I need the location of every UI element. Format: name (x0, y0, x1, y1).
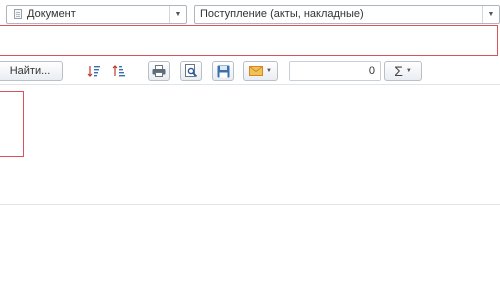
sum-button[interactable]: Σ ▼ (384, 61, 422, 81)
sort-ascending-button[interactable] (107, 61, 131, 81)
sort-descending-icon (87, 64, 101, 78)
kind-combo-value: Поступление (акты, накладные) (200, 8, 364, 20)
toolbar-divider (0, 84, 500, 85)
kind-combo[interactable]: Поступление (акты, накладные) ▼ (194, 5, 500, 24)
chevron-down-icon[interactable]: ▼ (266, 68, 272, 74)
floppy-disk-icon (217, 65, 230, 78)
filter-row-highlight (0, 25, 498, 56)
find-button[interactable]: Найти... (0, 61, 63, 81)
document-icon (14, 9, 22, 19)
sort-descending-button[interactable] (82, 61, 106, 81)
table-bottom-divider (0, 204, 500, 205)
print-button[interactable] (148, 61, 170, 81)
sort-ascending-icon (112, 64, 126, 78)
print-preview-button[interactable] (180, 61, 202, 81)
chevron-down-icon[interactable]: ▼ (169, 6, 186, 23)
type-combo-value: Документ (27, 8, 76, 20)
chevron-down-icon[interactable]: ▼ (482, 6, 499, 23)
counter-field[interactable]: 0 (289, 61, 381, 81)
selection-highlight-box (0, 91, 24, 157)
envelope-icon (249, 66, 264, 76)
type-combo[interactable]: Документ ▼ (6, 5, 187, 24)
send-email-button[interactable]: ▼ (243, 61, 278, 81)
printer-icon (152, 65, 166, 77)
save-button[interactable] (212, 61, 234, 81)
print-preview-icon (184, 64, 198, 78)
chevron-down-icon[interactable]: ▼ (406, 68, 412, 74)
find-button-label: Найти... (9, 65, 51, 77)
sum-icon: Σ (394, 63, 403, 79)
